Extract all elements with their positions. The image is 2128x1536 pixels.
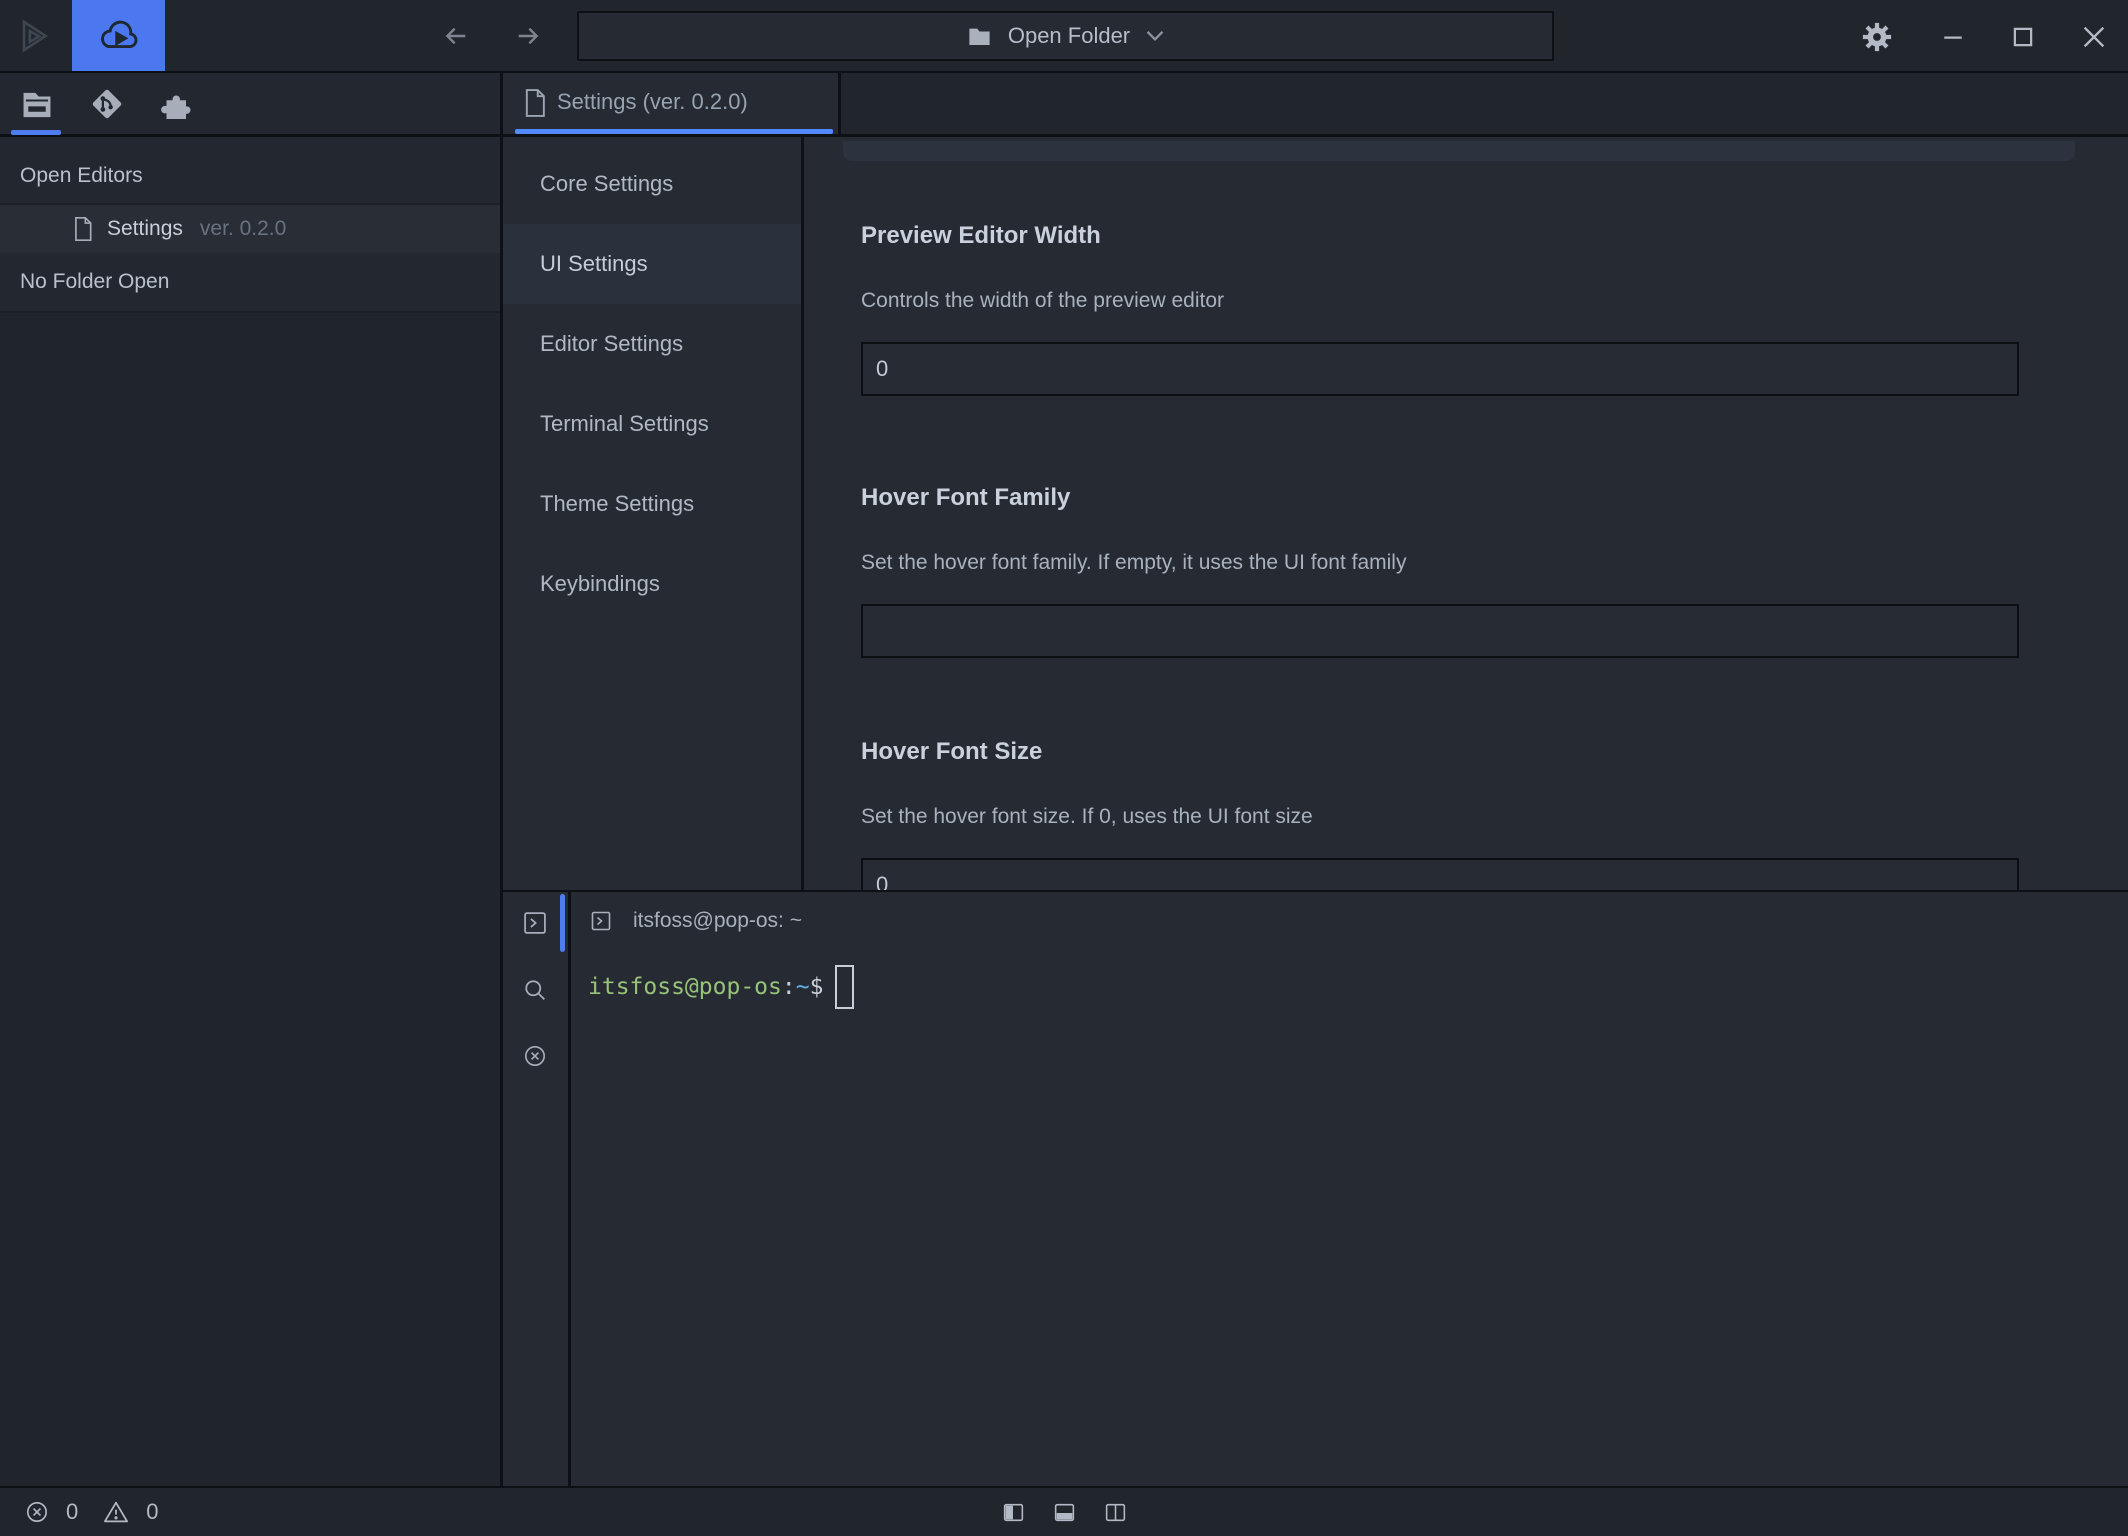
open-folder-button[interactable]: Open Folder	[577, 11, 1554, 61]
settings-nav-theme[interactable]: Theme Settings	[503, 464, 801, 544]
error-count-icon	[24, 1499, 50, 1525]
panel-icon-bar	[503, 892, 568, 1486]
maximize-icon	[2008, 22, 2038, 52]
file-explorer-tab-button[interactable]	[17, 84, 57, 124]
left-panel-icon	[1001, 1500, 1026, 1525]
active-tab-underline	[11, 130, 61, 135]
setting-item-hover-font-family: Hover Font Family Set the hover font fam…	[861, 484, 2019, 658]
settings-nav-editor[interactable]: Editor Settings	[503, 304, 801, 384]
terminal-icon	[521, 909, 549, 937]
minimize-icon	[1938, 22, 1968, 52]
toggle-right-panel-button[interactable]	[1103, 1500, 1128, 1525]
problems-panel-button[interactable]	[520, 1041, 550, 1071]
status-bar: 0 0	[0, 1486, 2128, 1536]
cloud-play-icon	[96, 13, 142, 59]
hover-font-size-input[interactable]	[861, 858, 2019, 890]
folder-icon	[966, 23, 993, 50]
terminal-tab[interactable]: itsfoss@pop-os: ~	[571, 892, 2128, 950]
problems-status[interactable]: 0 0	[24, 1488, 159, 1536]
remote-connection-button[interactable]	[72, 0, 165, 71]
warning-count: 0	[146, 1499, 158, 1525]
search-panel-button[interactable]	[520, 975, 550, 1005]
open-editor-version: ver. 0.2.0	[200, 217, 286, 241]
git-icon	[88, 85, 126, 123]
open-editor-item-settings[interactable]: Settings ver. 0.2.0	[0, 205, 500, 253]
active-panel-indicator	[560, 894, 565, 952]
document-icon	[522, 88, 548, 118]
gear-icon	[1859, 19, 1895, 55]
hover-font-family-input[interactable]	[861, 604, 2019, 658]
prompt-path: ~	[796, 974, 810, 1000]
settings-gear-button[interactable]	[1856, 16, 1898, 58]
terminal-cursor	[835, 965, 854, 1009]
prompt-colon: :	[782, 974, 796, 1000]
extensions-tab-button[interactable]	[157, 84, 197, 124]
arrow-left-icon	[440, 20, 472, 52]
file-explorer-icon	[18, 85, 56, 123]
toggle-left-panel-button[interactable]	[1001, 1500, 1026, 1525]
circled-x-icon	[522, 1043, 548, 1069]
lapce-window: Open Folder	[0, 0, 2128, 1536]
terminal-prompt[interactable]: itsfoss@pop-os:~$	[588, 964, 854, 1010]
activity-bar	[0, 73, 500, 134]
terminal-panel-button[interactable]	[520, 908, 550, 938]
navigate-forward-button[interactable]	[508, 18, 548, 54]
settings-panel: Preview Editor Width Controls the width …	[804, 140, 2128, 890]
sidebar-empty-area	[0, 313, 500, 1486]
error-count: 0	[66, 1499, 78, 1525]
setting-title: Preview Editor Width	[861, 222, 2019, 250]
setting-title: Hover Font Size	[861, 738, 2019, 766]
settings-nav-terminal[interactable]: Terminal Settings	[503, 384, 801, 464]
terminal-icon	[589, 909, 613, 933]
terminal-tab-title: itsfoss@pop-os: ~	[633, 909, 802, 933]
lapce-logo-icon	[14, 16, 54, 56]
top-row: Settings (ver. 0.2.0)	[0, 73, 2128, 137]
settings-nav-core[interactable]: Core Settings	[503, 144, 801, 224]
preview-editor-width-input[interactable]	[861, 342, 2019, 396]
warning-count-icon	[102, 1498, 130, 1526]
setting-description: Set the hover font size. If 0, uses the …	[861, 804, 2019, 829]
minimize-button[interactable]	[1932, 16, 1974, 58]
puzzle-icon	[159, 86, 195, 122]
terminal-content: itsfoss@pop-os: ~ itsfoss@pop-os:~$	[571, 892, 2128, 1486]
toggle-bottom-panel-button[interactable]	[1052, 1500, 1077, 1525]
active-tab-underline	[515, 129, 833, 134]
titlebar: Open Folder	[0, 0, 2128, 73]
tab-label: Settings (ver. 0.2.0)	[557, 73, 748, 131]
tab-bar: Settings (ver. 0.2.0)	[503, 73, 2128, 134]
arrow-right-icon	[512, 20, 544, 52]
open-editors-header[interactable]: Open Editors	[0, 149, 500, 203]
chevron-down-icon	[1145, 29, 1165, 43]
prompt-symbol: $	[810, 974, 824, 1000]
terminal-panel: itsfoss@pop-os: ~ itsfoss@pop-os:~$	[503, 892, 2128, 1486]
setting-title: Hover Font Family	[861, 484, 2019, 512]
close-icon	[2078, 21, 2110, 53]
prompt-user-host: itsfoss@pop-os	[588, 974, 782, 1000]
right-panel-icon	[1103, 1500, 1128, 1525]
close-button[interactable]	[2073, 16, 2115, 58]
setting-description: Controls the width of the preview editor	[861, 288, 2019, 313]
maximize-button[interactable]	[2002, 16, 2044, 58]
no-folder-open-header[interactable]: No Folder Open	[0, 253, 500, 311]
settings-nav: Core Settings UI Settings Editor Setting…	[503, 140, 801, 890]
source-control-tab-button[interactable]	[87, 84, 127, 124]
settings-content: Preview Editor Width Controls the width …	[861, 140, 2019, 890]
open-folder-label: Open Folder	[1008, 23, 1130, 49]
document-icon	[72, 216, 94, 242]
tab-settings[interactable]: Settings (ver. 0.2.0)	[503, 73, 841, 134]
navigate-back-button[interactable]	[436, 18, 476, 54]
settings-nav-keybindings[interactable]: Keybindings	[503, 544, 801, 624]
setting-item-hover-font-size: Hover Font Size Set the hover font size.…	[861, 738, 2019, 890]
setting-item-preview-editor-width: Preview Editor Width Controls the width …	[861, 222, 2019, 396]
settings-nav-ui[interactable]: UI Settings	[503, 224, 801, 304]
layout-toggles	[1001, 1488, 1128, 1536]
setting-description: Set the hover font family. If empty, it …	[861, 550, 2019, 575]
search-icon	[521, 976, 549, 1004]
open-editor-name: Settings	[107, 217, 183, 241]
sidebar: Open Editors Settings ver. 0.2.0 No Fold…	[0, 137, 500, 1486]
bottom-panel-icon	[1052, 1500, 1077, 1525]
